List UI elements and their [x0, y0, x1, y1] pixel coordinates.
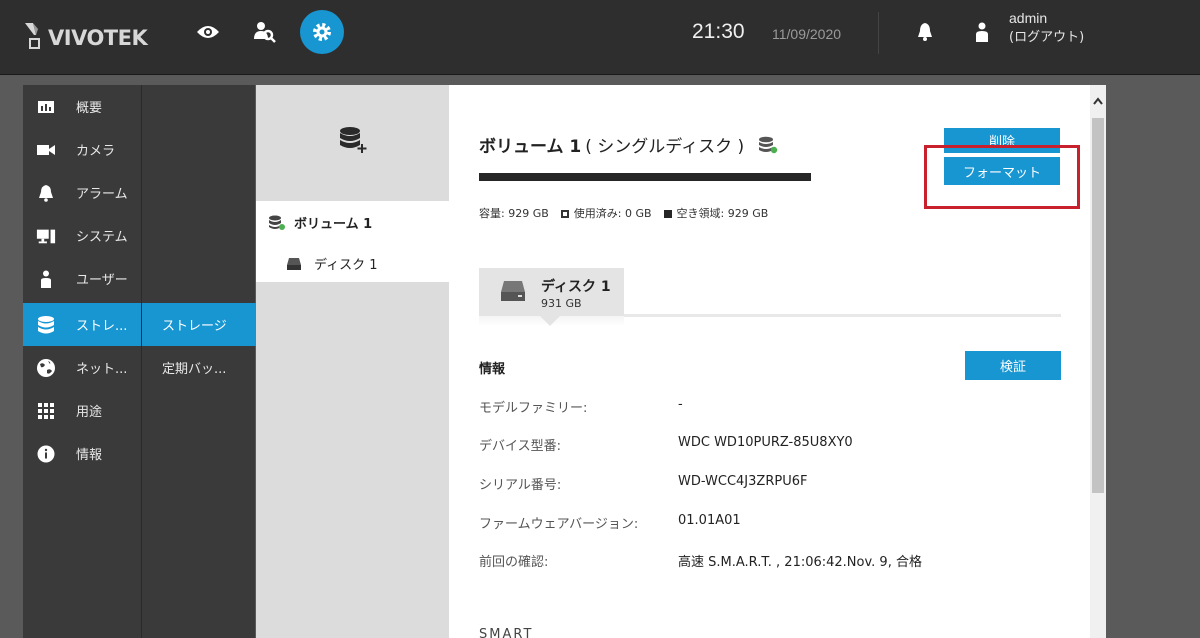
sidebar-item-label: 用途	[76, 405, 103, 420]
info-icon	[36, 444, 56, 464]
sidebar-item-label: カメラ	[76, 144, 116, 159]
disk-icon	[501, 281, 525, 301]
info-label-device-model: デバイス型番:	[479, 439, 561, 454]
info-heading: 情報	[479, 362, 506, 377]
sidebar-item-network[interactable]: ネット...	[23, 346, 141, 389]
grid-icon	[36, 401, 56, 421]
sidebar-item-storage[interactable]: ストレ...	[23, 303, 141, 346]
info-value-serial: WD-WCC4J3ZRPU6F	[678, 474, 808, 489]
volume-title: ボリューム 1 ( シングルディスク )	[479, 132, 778, 157]
tab-underline	[624, 314, 1061, 317]
globe-icon	[36, 358, 56, 378]
sidebar-item-camera[interactable]: カメラ	[23, 128, 141, 171]
sub-item-scheduled-backup[interactable]: 定期バッ...	[142, 346, 256, 389]
overview-icon	[36, 97, 56, 117]
scroll-up-icon[interactable]	[1093, 97, 1103, 108]
tree-item-label: ディスク 1	[314, 258, 378, 273]
used-text: 使用済み: 0 GB	[573, 207, 652, 220]
computer-icon	[36, 226, 56, 246]
user-icon	[36, 269, 56, 289]
disk-tab-title: ディスク 1	[541, 279, 611, 295]
sidebar-item-label: 情報	[76, 448, 103, 463]
free-legend-icon	[663, 210, 672, 218]
sub-item-storage[interactable]: ストレージ	[142, 303, 256, 346]
info-value-model-family: -	[678, 397, 683, 412]
tab-pointer	[540, 316, 560, 326]
sub-sidebar: ストレージ 定期バッ...	[141, 85, 256, 638]
volume-status-icon	[269, 215, 285, 230]
clock-time: 21:30	[692, 20, 745, 43]
info-label-firmware: ファームウェアバージョン:	[479, 517, 639, 532]
sidebar-item-overview[interactable]: 概要	[23, 85, 141, 128]
sidebar-item-label: アラーム	[76, 187, 128, 202]
sidebar-item-label: ストレ...	[76, 319, 128, 334]
info-label-model-family: モデルファミリー:	[479, 401, 588, 416]
camera-icon	[36, 140, 56, 160]
volume-stats: 容量: 929 GB 使用済み: 0 GB 空き領域: 929 GB	[479, 205, 780, 221]
info-value-firmware: 01.01A01	[678, 513, 741, 528]
tree-item-volume[interactable]: ボリューム 1	[268, 213, 372, 232]
logout-link[interactable]: (ログアウト)	[1009, 26, 1084, 45]
sidebar-item-applications[interactable]: 用途	[23, 389, 141, 432]
top-bar: VIVOTEK 21:30 11/09/2020 admin (ログアウト)	[0, 0, 1200, 75]
disk-icon	[287, 257, 301, 270]
sidebar: 概要 カメラ アラーム システム ユーザー ストレ... ネット... 用途 情…	[23, 85, 141, 638]
add-volume-icon[interactable]	[338, 126, 370, 158]
sidebar-item-alarm[interactable]: アラーム	[23, 171, 141, 214]
vivotek-logo-mark-icon	[24, 21, 46, 49]
free-stat: 空き領域: 929 GB	[663, 205, 769, 221]
user-icon	[974, 22, 990, 46]
sidebar-item-system[interactable]: システム	[23, 214, 141, 257]
database-icon	[36, 315, 56, 335]
notification-bell-icon[interactable]	[916, 22, 934, 46]
volume-type: ( シングルディスク )	[585, 137, 745, 157]
brand-name: VIVOTEK	[48, 26, 148, 50]
search-button[interactable]	[243, 10, 287, 54]
info-value-last-check: 高速 S.M.A.R.T. , 21:06:42.Nov. 9, 合格	[678, 555, 922, 570]
verify-button[interactable]: 検証	[965, 351, 1061, 380]
live-view-button[interactable]	[186, 10, 230, 54]
sidebar-item-label: システム	[76, 230, 128, 245]
sidebar-item-info[interactable]: 情報	[23, 432, 141, 475]
tree-item-label: ボリューム 1	[294, 217, 373, 232]
sidebar-item-label: 概要	[76, 101, 103, 116]
eye-icon	[197, 26, 219, 38]
tree-item-disk[interactable]: ディスク 1	[286, 254, 378, 273]
gear-icon	[313, 23, 331, 41]
used-stat: 使用済み: 0 GB	[560, 205, 652, 221]
bell-icon	[36, 183, 56, 203]
smart-heading: SMART	[479, 627, 534, 638]
sidebar-item-label: ユーザー	[76, 273, 128, 288]
search-person-icon	[254, 22, 276, 43]
volume-usage-bar	[479, 173, 811, 181]
volume-status-icon	[759, 136, 778, 153]
info-label-serial: シリアル番号:	[479, 478, 562, 493]
free-text: 空き領域: 929 GB	[676, 207, 769, 220]
username: admin	[1009, 10, 1048, 26]
used-legend-icon	[560, 210, 569, 218]
disk-tab-size: 931 GB	[541, 297, 582, 310]
volume-tree-panel	[256, 85, 449, 638]
scrollbar-thumb[interactable]	[1092, 118, 1104, 493]
clock-date: 11/09/2020	[772, 26, 842, 42]
volume-name: ボリューム 1	[479, 137, 582, 157]
info-label-last-check: 前回の確認:	[479, 555, 549, 570]
highlight-box	[924, 145, 1080, 209]
info-value-device-model: WDC WD10PURZ-85U8XY0	[678, 435, 853, 450]
vivotek-logo: VIVOTEK	[24, 18, 148, 50]
sidebar-item-label: ネット...	[76, 362, 128, 377]
settings-button[interactable]	[300, 10, 344, 54]
header-divider	[878, 12, 879, 54]
sidebar-item-user[interactable]: ユーザー	[23, 257, 141, 300]
capacity-text: 容量: 929 GB	[479, 207, 549, 220]
